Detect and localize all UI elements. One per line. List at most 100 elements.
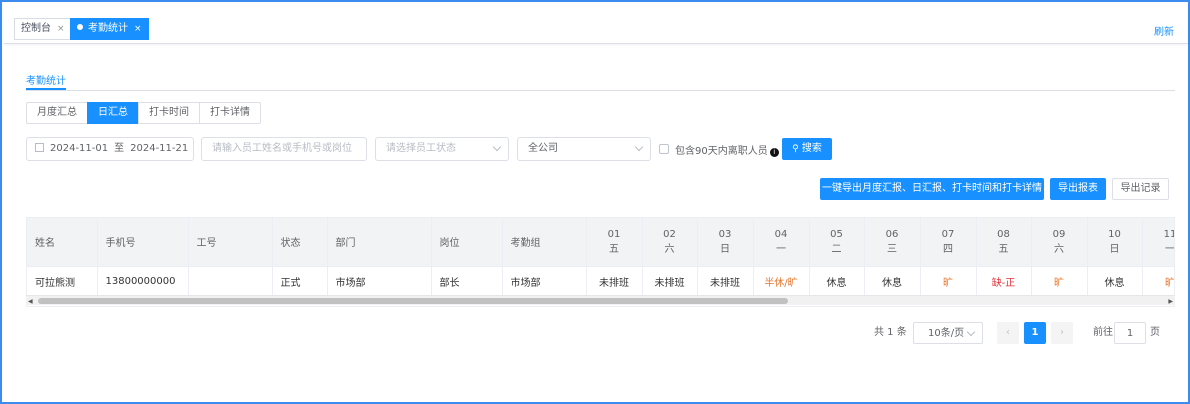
- cell-day-status[interactable]: 旷: [920, 266, 977, 296]
- chevron-down-icon: [492, 142, 502, 152]
- segment-monthly[interactable]: 月度汇总: [26, 102, 88, 124]
- day-weekday: 二: [831, 243, 842, 255]
- day-weekday: 三: [887, 243, 897, 255]
- day-number: 02: [663, 228, 676, 240]
- day-weekday: 六: [1054, 243, 1064, 255]
- title-active-underline: [26, 88, 66, 90]
- export-report-button[interactable]: 导出报表: [1050, 178, 1106, 200]
- date-range-picker[interactable]: 2024-11-01 至 2024-11-21: [26, 137, 194, 161]
- info-icon[interactable]: i: [769, 148, 779, 157]
- col-header-department: 部门: [327, 218, 432, 267]
- pagination-total: 共 1 条: [874, 327, 907, 338]
- tab-attendance[interactable]: 考勤统计 ×: [70, 18, 149, 40]
- day-weekday: 五: [998, 243, 1009, 255]
- col-header-day: 10 日: [1087, 218, 1143, 267]
- day-number: 06: [885, 228, 899, 240]
- cell-department: 市场部: [327, 266, 432, 296]
- day-number: 01: [607, 228, 621, 240]
- segment-clock-detail[interactable]: 打卡详情: [199, 102, 261, 124]
- view-switcher: 月度汇总 日汇总 打卡时间 打卡详情: [26, 102, 261, 124]
- cell-day-status[interactable]: 休息: [864, 266, 921, 296]
- tab-console-label: 控制台: [21, 23, 51, 34]
- cell-name: 可拉熊测: [27, 266, 98, 296]
- scroll-right-icon[interactable]: ▶: [1168, 298, 1173, 305]
- page-suffix: 页: [1150, 327, 1160, 338]
- close-icon[interactable]: ×: [57, 24, 65, 34]
- day-number: 05: [830, 228, 843, 240]
- export-all-button[interactable]: 一键导出月度汇报、日汇报、打卡时间和打卡详情报表: [820, 178, 1044, 214]
- company-select[interactable]: 全公司: [517, 137, 651, 161]
- table-row[interactable]: 可拉熊测 13800000000 正式 市场部 部长 市场部 未排班 未排班 未…: [27, 266, 1174, 296]
- close-icon[interactable]: ×: [134, 24, 142, 34]
- day-number: 09: [1052, 228, 1066, 240]
- col-header-day: 08 五: [976, 218, 1032, 267]
- include-resigned-checkbox[interactable]: [659, 144, 669, 154]
- cell-phone: 13800000000: [97, 266, 189, 296]
- status-placeholder: 请选择员工状态: [386, 143, 456, 154]
- search-input[interactable]: 请输入员工姓名或手机号或岗位: [201, 137, 367, 161]
- day-weekday: 一: [1165, 243, 1175, 255]
- cell-attendance-group: 市场部: [502, 266, 587, 296]
- cell-day-status[interactable]: 旷: [1031, 266, 1088, 296]
- day-weekday: 日: [720, 243, 730, 255]
- day-weekday: 四: [943, 243, 953, 255]
- goto-label: 前往: [1093, 327, 1113, 338]
- search-icon: ⚲: [792, 144, 799, 154]
- col-header-day: 09 六: [1031, 218, 1088, 267]
- col-header-status: 状态: [272, 218, 328, 267]
- scroll-left-icon[interactable]: ◀: [28, 298, 33, 305]
- cell-day-status[interactable]: 缺-正: [976, 266, 1032, 296]
- day-number: 08: [997, 228, 1010, 240]
- day-number: 04: [774, 228, 788, 240]
- cell-day-status[interactable]: 未排班: [642, 266, 698, 296]
- export-log-button[interactable]: 导出记录: [1112, 178, 1169, 200]
- next-page-button[interactable]: ›: [1051, 322, 1073, 344]
- app-frame: 控制台 × 考勤统计 × 刷新 考勤统计 月度汇总 日汇总 打卡时间 打卡详情 20…: [0, 0, 1190, 404]
- company-value: 全公司: [528, 143, 558, 154]
- prev-page-button[interactable]: ‹: [997, 322, 1019, 344]
- cell-day-status[interactable]: 未排班: [586, 266, 643, 296]
- col-header-day: 01 五: [586, 218, 643, 267]
- horizontal-scrollbar[interactable]: ◀ ▶: [26, 295, 1175, 305]
- tabs-bar: 控制台 × 考勤统计 × 刷新: [4, 4, 1188, 44]
- include-resigned-label: 包含90天内离职人员 i: [675, 142, 779, 157]
- col-header-day: 03 日: [697, 218, 754, 267]
- refresh-link[interactable]: 刷新: [1154, 23, 1174, 38]
- date-end: 2024-11-21: [130, 143, 189, 154]
- search-button[interactable]: ⚲ 搜索: [782, 138, 832, 160]
- segment-clock-time[interactable]: 打卡时间: [138, 102, 200, 124]
- col-header-employee-id: 工号: [188, 218, 273, 267]
- tab-console[interactable]: 控制台 ×: [14, 18, 72, 40]
- page-title[interactable]: 考勤统计: [26, 72, 66, 87]
- col-header-day: 04 一: [753, 218, 810, 267]
- chevron-down-icon: [634, 142, 644, 152]
- segment-daily[interactable]: 日汇总: [87, 102, 139, 124]
- cell-day-status[interactable]: 休息: [809, 266, 865, 296]
- status-select[interactable]: 请选择员工状态: [375, 137, 509, 161]
- day-weekday: 日: [1109, 243, 1120, 255]
- active-dot-icon: [77, 24, 83, 30]
- scrollbar-thumb[interactable]: [38, 298, 788, 304]
- day-number: 11: [1163, 228, 1174, 240]
- col-header-day: 05 二: [809, 218, 865, 267]
- day-number: 10: [1108, 228, 1121, 240]
- cell-day-status[interactable]: 休息: [1087, 266, 1143, 296]
- col-header-day: 06 三: [864, 218, 921, 267]
- page-number-button[interactable]: 1: [1024, 322, 1046, 344]
- tab-attendance-label: 考勤统计: [88, 23, 128, 34]
- title-divider: [26, 90, 1175, 91]
- date-start: 2024-11-01: [50, 143, 109, 154]
- col-header-day: 02 六: [642, 218, 698, 267]
- cell-day-status[interactable]: 旷: [1142, 266, 1174, 296]
- day-number: 07: [941, 228, 955, 240]
- page-size-select[interactable]: 10条/页: [913, 322, 983, 344]
- search-button-label: 搜索: [801, 143, 822, 154]
- date-separator: 至: [114, 143, 125, 154]
- cell-day-status[interactable]: 未排班: [697, 266, 754, 296]
- goto-page-input[interactable]: 1: [1114, 322, 1146, 344]
- calendar-icon: [35, 143, 44, 152]
- day-weekday: 六: [664, 243, 675, 255]
- col-header-day: 07 四: [920, 218, 977, 267]
- col-header-name: 姓名: [27, 218, 98, 267]
- cell-day-status[interactable]: 半休/旷: [753, 266, 810, 296]
